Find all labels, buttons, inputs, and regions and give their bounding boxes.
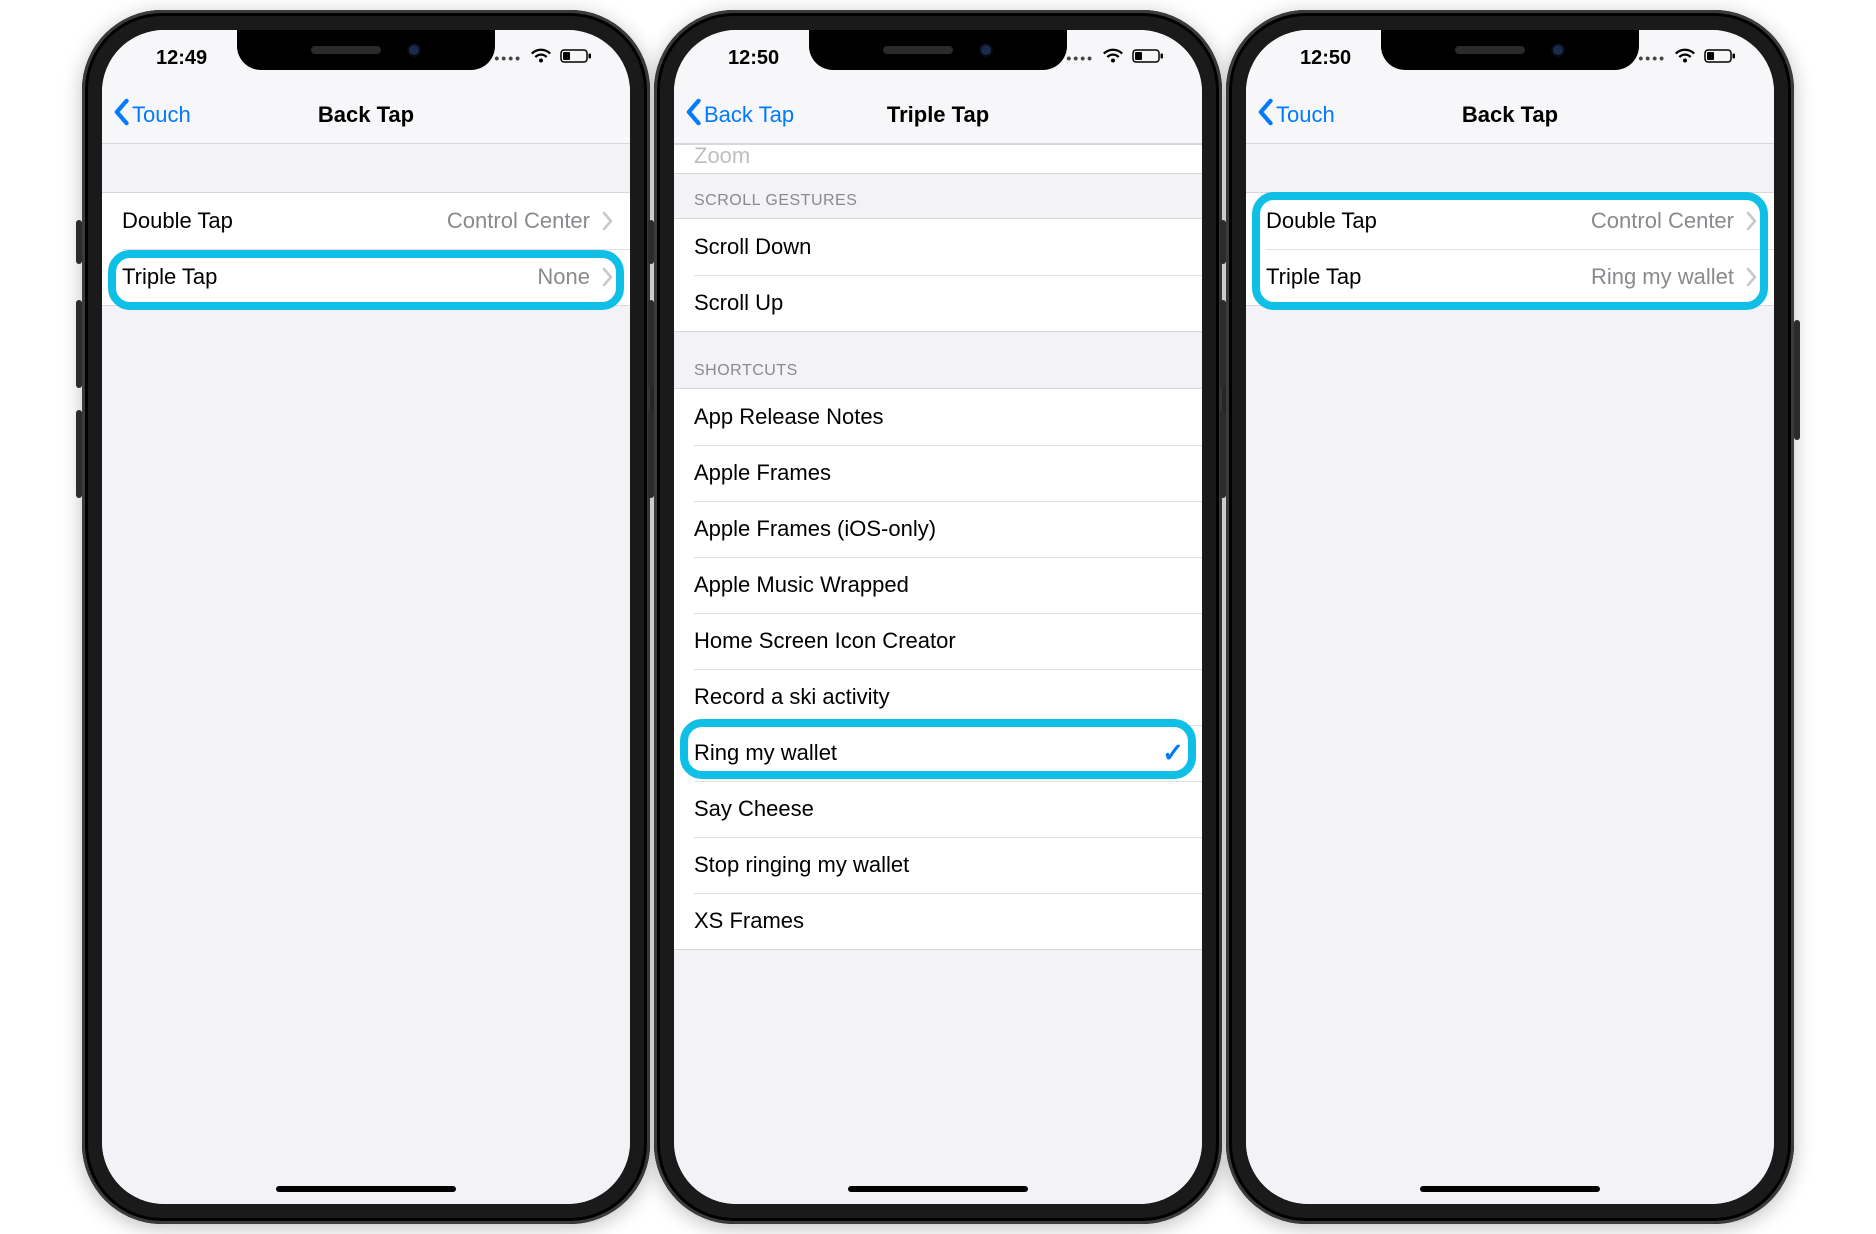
row-label: Home Screen Icon Creator (694, 628, 956, 654)
row-label: Say Cheese (694, 796, 814, 822)
phone-2: 12:50 •••• Back Tap Triple Tap Zoom SCRO… (654, 10, 1222, 1224)
back-button[interactable]: Touch (112, 86, 191, 143)
row-option[interactable]: Scroll Up (674, 275, 1202, 331)
row-label: Zoom (694, 145, 750, 169)
back-button[interactable]: Touch (1256, 86, 1335, 143)
nav-bar: Touch Back Tap (102, 86, 630, 144)
chevron-left-icon (684, 98, 702, 132)
status-time: 12:50 (708, 47, 779, 70)
row-option[interactable]: App Release Notes (674, 389, 1202, 445)
content: Double Tap Control Center Triple Tap Rin… (1246, 144, 1774, 1204)
home-indicator[interactable] (848, 1186, 1028, 1192)
row-label: XS Frames (694, 908, 804, 934)
cellular-dots-icon: •••• (1066, 50, 1094, 66)
page-title: Back Tap (1462, 102, 1558, 128)
chevron-right-icon (602, 211, 614, 231)
row-option[interactable]: Scroll Down (674, 219, 1202, 275)
phone-1: 12:49 •••• Touch Back Tap Double Tap Con… (82, 10, 650, 1224)
notch (809, 30, 1067, 70)
row-double-tap[interactable]: Double Tap Control Center (102, 193, 630, 249)
section-header-scroll-gestures: SCROLL GESTURES (674, 174, 1202, 218)
chevron-right-icon (1746, 267, 1758, 287)
phone-3: 12:50 •••• Touch Back Tap Double Tap Con… (1226, 10, 1794, 1224)
row-option[interactable]: Record a ski activity (674, 669, 1202, 725)
row-option[interactable]: Home Screen Icon Creator (674, 613, 1202, 669)
notch (237, 30, 495, 70)
back-label: Touch (132, 102, 191, 128)
row-label: Apple Frames (iOS-only) (694, 516, 936, 542)
row-value: Control Center (1591, 208, 1734, 234)
row-label: Double Tap (1266, 208, 1377, 234)
row-value: None (537, 264, 590, 290)
battery-icon (1704, 47, 1736, 70)
checkmark-icon: ✓ (1162, 738, 1184, 769)
chevron-left-icon (112, 98, 130, 132)
row-double-tap[interactable]: Double Tap Control Center (1246, 193, 1774, 249)
row-value: Control Center (447, 208, 590, 234)
row-label: Triple Tap (1266, 264, 1361, 290)
chevron-left-icon (1256, 98, 1274, 132)
row-option[interactable]: Apple Frames (674, 445, 1202, 501)
battery-icon (1132, 47, 1164, 70)
row-option[interactable]: Apple Frames (iOS-only) (674, 501, 1202, 557)
row-label: Record a ski activity (694, 684, 890, 710)
content[interactable]: Zoom SCROLL GESTURES Scroll Down Scroll … (674, 144, 1202, 1204)
wifi-icon (530, 47, 552, 70)
content: Double Tap Control Center Triple Tap Non… (102, 144, 630, 1204)
row-option[interactable]: Apple Music Wrapped (674, 557, 1202, 613)
status-time: 12:49 (136, 47, 207, 70)
page-title: Triple Tap (887, 102, 989, 128)
row-option[interactable]: Say Cheese (674, 781, 1202, 837)
chevron-right-icon (602, 267, 614, 287)
row-label: Scroll Down (694, 234, 811, 260)
row-option-selected[interactable]: Ring my wallet ✓ (674, 725, 1202, 781)
row-option[interactable]: XS Frames (674, 893, 1202, 949)
wifi-icon (1102, 47, 1124, 70)
home-indicator[interactable] (276, 1186, 456, 1192)
row-value: Ring my wallet (1591, 264, 1734, 290)
row-option[interactable]: Stop ringing my wallet (674, 837, 1202, 893)
notch (1381, 30, 1639, 70)
back-label: Back Tap (704, 102, 794, 128)
row-label: Scroll Up (694, 290, 783, 316)
chevron-right-icon (1746, 211, 1758, 231)
status-time: 12:50 (1280, 47, 1351, 70)
nav-bar: Touch Back Tap (1246, 86, 1774, 144)
row-label: Double Tap (122, 208, 233, 234)
row-label: Ring my wallet (694, 740, 837, 766)
wifi-icon (1674, 47, 1696, 70)
row-label: Apple Frames (694, 460, 831, 486)
back-label: Touch (1276, 102, 1335, 128)
section-header-shortcuts: SHORTCUTS (674, 332, 1202, 388)
nav-bar: Back Tap Triple Tap (674, 86, 1202, 144)
home-indicator[interactable] (1420, 1186, 1600, 1192)
row-label: App Release Notes (694, 404, 884, 430)
cellular-dots-icon: •••• (1638, 50, 1666, 66)
row-label: Apple Music Wrapped (694, 572, 909, 598)
row-triple-tap[interactable]: Triple Tap None (102, 249, 630, 305)
back-button[interactable]: Back Tap (684, 86, 794, 143)
row-label: Stop ringing my wallet (694, 852, 909, 878)
shortcuts-list: App Release Notes Apple Frames Apple Fra… (674, 388, 1202, 950)
battery-icon (560, 47, 592, 70)
scroll-gestures-list: Scroll Down Scroll Up (674, 218, 1202, 332)
row-label: Triple Tap (122, 264, 217, 290)
row-triple-tap[interactable]: Triple Tap Ring my wallet (1246, 249, 1774, 305)
page-title: Back Tap (318, 102, 414, 128)
row-option[interactable]: Zoom (674, 145, 1202, 173)
cellular-dots-icon: •••• (494, 50, 522, 66)
